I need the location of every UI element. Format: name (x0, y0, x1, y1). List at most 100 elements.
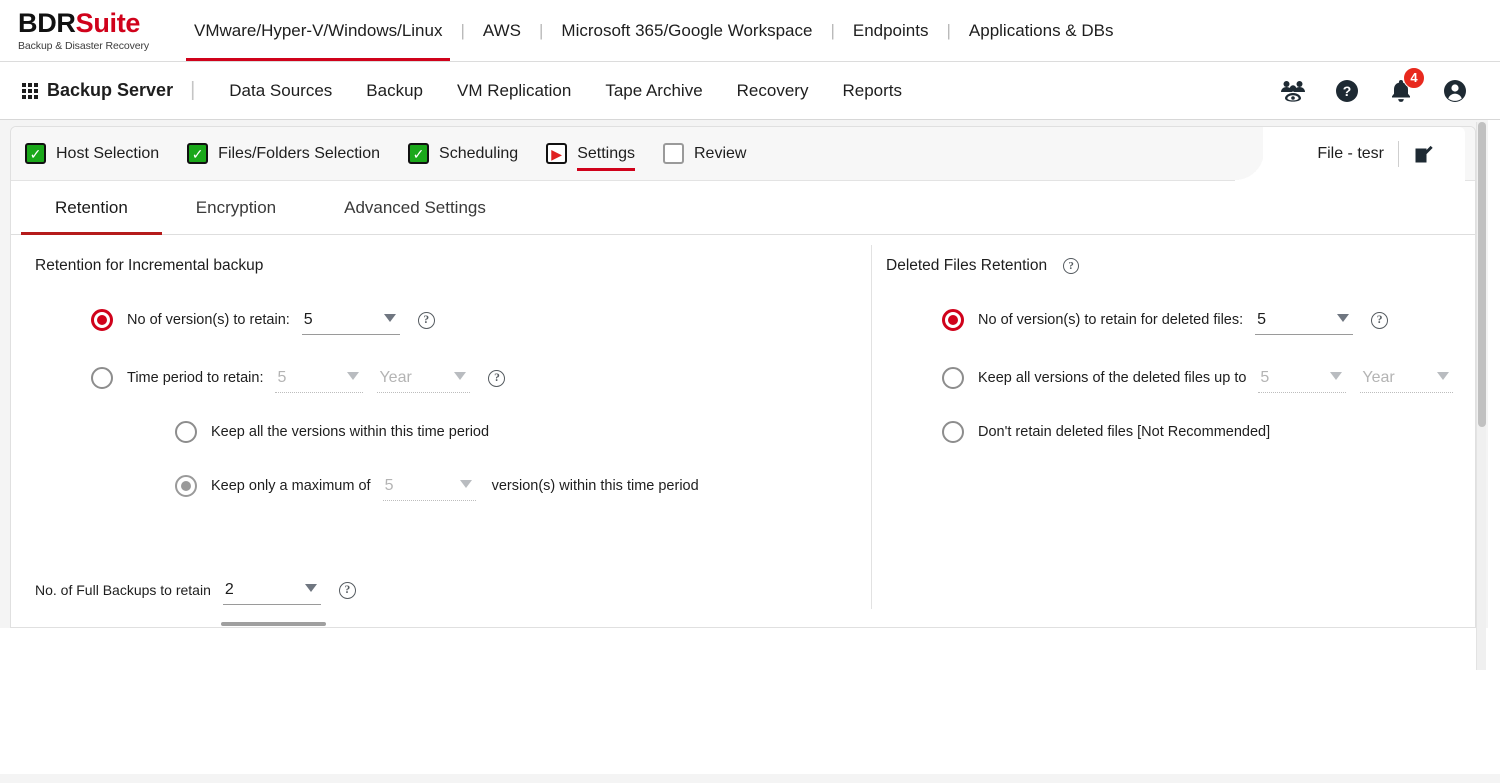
edit-pencil-square-icon[interactable] (1413, 143, 1435, 165)
deleted-files-retention-section: Deleted Files Retention ? No of version(… (872, 235, 1475, 627)
help-circle-icon[interactable]: ? (1334, 78, 1360, 104)
tab-encryption[interactable]: Encryption (162, 181, 310, 234)
nav-separator: | (460, 20, 465, 40)
time-period-value-select[interactable]: 5 (275, 363, 365, 393)
radio-no-of-versions[interactable] (91, 309, 113, 331)
deleted-upto-unit-select[interactable]: Year (1360, 363, 1455, 393)
product-nav-item-vmware[interactable]: VMware/Hyper-V/Windows/Linux (178, 0, 458, 61)
option-versions-for-deleted-files[interactable]: No of version(s) to retain for deleted f… (942, 305, 1475, 335)
wizard-step-files-folders-selection[interactable]: ✓ Files/Folders Selection (187, 143, 380, 164)
chevron-down-icon (383, 314, 396, 322)
wizard-step-label: Settings (577, 144, 635, 162)
wizard-step-review[interactable]: Review (663, 143, 746, 164)
help-icon[interactable]: ? (417, 311, 435, 329)
radio-keep-max-versions[interactable] (175, 475, 197, 497)
help-icon[interactable]: ? (488, 369, 506, 387)
module-nav-item-reports[interactable]: Reports (825, 81, 919, 101)
option-label: Keep all the versions within this time p… (211, 424, 490, 440)
product-nav-label: Applications & DBs (968, 20, 1114, 40)
module-nav-right-icons: ? 4 (1280, 66, 1482, 104)
wizard-steps: ✓ Host Selection ✓ Files/Folders Selecti… (11, 127, 1475, 181)
option-keep-deleted-files-upto[interactable]: Keep all versions of the deleted files u… (942, 363, 1475, 393)
incremental-section-title-text: Retention for Incremental backup (35, 257, 264, 274)
deleted-files-section-title-text: Deleted Files Retention (886, 257, 1048, 274)
nav-separator: | (946, 20, 951, 40)
product-nav-label: Endpoints (852, 20, 929, 40)
select-value: 5 (303, 311, 313, 328)
select-underline (1360, 392, 1454, 393)
radio-time-period[interactable] (91, 367, 113, 389)
time-period-unit-select[interactable]: Year (377, 363, 472, 393)
chevron-down-icon (454, 372, 467, 380)
module-nav-item-backup[interactable]: Backup (349, 81, 440, 101)
chevron-down-icon (1337, 314, 1350, 322)
chevron-down-icon (304, 584, 317, 592)
help-icon[interactable]: ? (1371, 311, 1389, 329)
select-value: 5 (277, 369, 287, 386)
module-nav-item-tape-archive[interactable]: Tape Archive (588, 81, 719, 101)
product-nav-item-endpoints[interactable]: Endpoints (837, 0, 945, 61)
grid-icon (22, 82, 38, 99)
notifications-bell-icon[interactable]: 4 (1388, 66, 1425, 104)
full-backups-to-retain-row: No. of Full Backups to retain 2 ? (35, 575, 356, 605)
product-nav-item-aws[interactable]: AWS (467, 0, 537, 61)
option-no-of-versions-to-retain[interactable]: No of version(s) to retain: 5 ? (91, 305, 871, 335)
module-nav-bar: Backup Server | Data Sources Backup VM R… (0, 62, 1500, 120)
vertical-scrollbar-thumb[interactable] (1478, 122, 1486, 427)
select-underline (1255, 334, 1354, 335)
help-icon[interactable]: ? (338, 581, 356, 599)
job-tab-divider (1398, 141, 1399, 167)
chevron-down-icon (459, 480, 472, 488)
product-nav-item-m365[interactable]: Microsoft 365/Google Workspace (545, 0, 828, 61)
option-dont-retain-deleted-files[interactable]: Don't retain deleted files [Not Recommen… (942, 421, 1475, 443)
backup-server-label: Backup Server (47, 80, 174, 100)
option-label-prefix: Keep only a maximum of (211, 478, 371, 494)
help-icon[interactable]: ? (1063, 258, 1080, 274)
settings-subtabs: Retention Encryption Advanced Settings (11, 181, 1475, 235)
tab-advanced-settings[interactable]: Advanced Settings (310, 181, 520, 234)
keep-max-versions-select[interactable]: 5 (382, 471, 478, 501)
select-value: 5 (1257, 311, 1267, 328)
select-underline (1258, 392, 1347, 393)
select-underline (377, 392, 471, 393)
deleted-versions-select[interactable]: 5 (1255, 305, 1355, 335)
wizard-step-settings[interactable]: ▶ Settings (546, 143, 635, 171)
user-account-icon[interactable] (1442, 78, 1468, 104)
product-nav-label: VMware/Hyper-V/Windows/Linux (194, 20, 443, 40)
option-keep-all-versions-in-period[interactable]: Keep all the versions within this time p… (175, 421, 871, 443)
select-value: Year (1362, 369, 1395, 386)
horizontal-scrollbar-thumb[interactable] (221, 622, 326, 626)
module-nav-item-recovery[interactable]: Recovery (720, 81, 826, 101)
radio-keep-all-versions[interactable] (175, 421, 197, 443)
radio-keep-deleted-upto[interactable] (942, 367, 964, 389)
incremental-section-title: Retention for Incremental backup (35, 257, 871, 275)
play-triangle-icon: ▶ (546, 143, 568, 164)
tab-retention[interactable]: Retention (21, 181, 162, 235)
wizard-step-scheduling[interactable]: ✓ Scheduling (408, 143, 518, 164)
module-nav-item-vm-replication[interactable]: VM Replication (440, 81, 588, 101)
job-title: File - tesr (1317, 145, 1384, 162)
full-backups-label: No. of Full Backups to retain (35, 582, 211, 598)
chevron-down-icon (1437, 372, 1450, 380)
full-backups-select[interactable]: 2 (222, 575, 323, 605)
vertical-scrollbar[interactable] (1476, 122, 1486, 670)
wizard-step-host-selection[interactable]: ✓ Host Selection (25, 143, 159, 164)
users-group-icon[interactable] (1280, 78, 1306, 104)
radio-dont-retain-deleted[interactable] (942, 421, 964, 443)
deleted-upto-value-select[interactable]: 5 (1258, 363, 1348, 393)
backup-server-menu[interactable]: Backup Server (22, 80, 173, 101)
wizard-step-label: Host Selection (56, 144, 160, 162)
brand-logo[interactable]: BDRSuite Backup & Disaster Recovery (0, 0, 178, 61)
versions-to-retain-select[interactable]: 5 (301, 305, 402, 335)
module-nav-item-data-sources[interactable]: Data Sources (212, 81, 349, 101)
brand-name-primary: BDR (18, 7, 76, 38)
option-label-suffix: version(s) within this time period (491, 478, 699, 494)
select-underline (275, 392, 364, 393)
option-keep-max-versions-in-period[interactable]: Keep only a maximum of 5 version(s) with… (175, 471, 871, 501)
radio-versions-deleted-files[interactable] (942, 309, 964, 331)
option-time-period-to-retain[interactable]: Time period to retain: 5 Year ? (91, 363, 871, 393)
deleted-files-section-title: Deleted Files Retention ? (886, 257, 1475, 275)
product-nav: VMware/Hyper-V/Windows/Linux | AWS | Mic… (178, 0, 1500, 61)
product-nav-item-apps-dbs[interactable]: Applications & DBs (953, 0, 1130, 61)
chevron-down-icon (347, 372, 360, 380)
